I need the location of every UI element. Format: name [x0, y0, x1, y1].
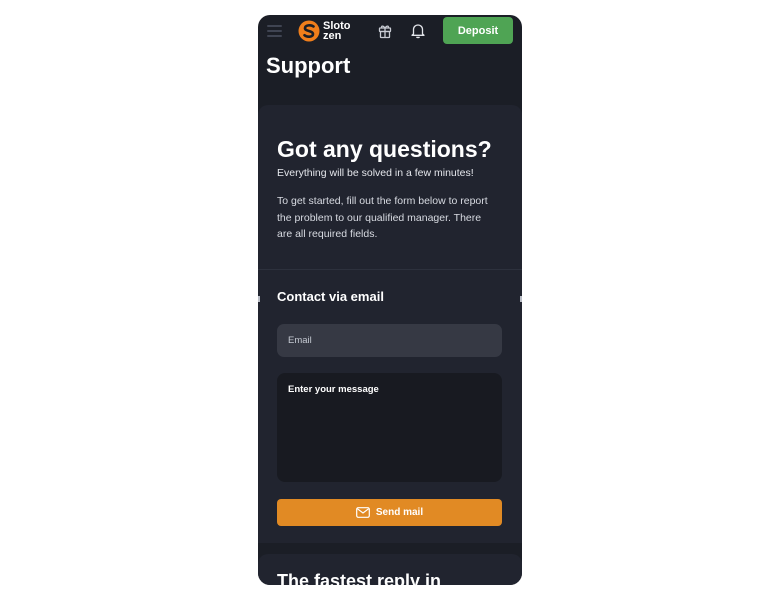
logo-text-line2: zen — [323, 30, 342, 42]
menu-icon[interactable] — [267, 25, 282, 37]
fastest-reply-title: The fastest reply in — [277, 571, 442, 585]
mail-icon — [355, 507, 370, 518]
logo[interactable]: Sloto zen — [298, 20, 351, 42]
page-title: Support — [266, 53, 351, 78]
card-title: Got any questions? — [277, 136, 492, 162]
send-mail-label: Send mail — [375, 507, 424, 518]
logo-text: Sloto zen — [323, 21, 351, 42]
contact-title: Contact via email — [277, 289, 384, 304]
top-bar: Sloto zen Deposit — [258, 15, 522, 47]
deposit-button[interactable]: Deposit — [443, 17, 513, 44]
logo-icon — [298, 20, 320, 42]
message-placeholder: Enter your message — [288, 384, 379, 395]
divider — [258, 269, 522, 270]
gift-icon[interactable] — [377, 23, 393, 39]
message-field[interactable]: Enter your message — [277, 373, 502, 482]
scroll-edge-marker-left — [258, 296, 260, 302]
questions-card: Got any questions? Everything will be so… — [258, 105, 522, 543]
bell-icon[interactable] — [410, 22, 426, 39]
email-field[interactable]: Email — [277, 324, 502, 357]
email-placeholder: Email — [288, 335, 312, 346]
app-screen: Sloto zen Deposit Support Got any questi… — [258, 15, 522, 585]
send-mail-button[interactable]: Send mail — [277, 499, 502, 526]
card-description: To get started, fill out the form below … — [277, 195, 488, 240]
fastest-reply-card: The fastest reply in — [258, 554, 522, 585]
card-subtitle: Everything will be solved in a few minut… — [277, 167, 474, 179]
scroll-edge-marker-right — [520, 296, 522, 302]
